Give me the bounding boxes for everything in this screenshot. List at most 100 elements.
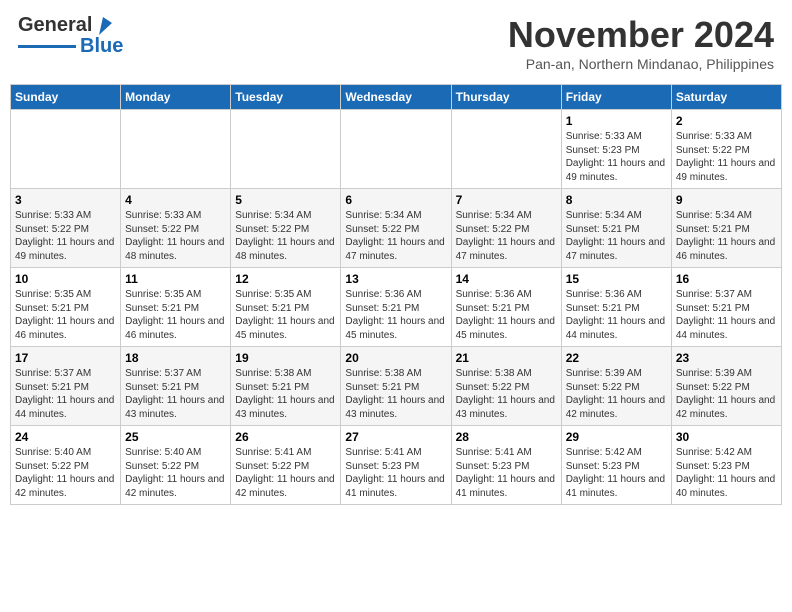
day-info: Sunrise: 5:36 AMSunset: 5:21 PMDaylight:… xyxy=(566,288,667,342)
calendar-cell: 24 Sunrise: 5:40 AMSunset: 5:22 PMDayligh… xyxy=(11,426,121,505)
day-info: Sunrise: 5:40 AMSunset: 5:22 PMDaylight:… xyxy=(15,446,116,500)
calendar-cell: 17 Sunrise: 5:37 AMSunset: 5:21 PMDayligh… xyxy=(11,347,121,426)
weekday-header-saturday: Saturday xyxy=(671,85,781,110)
calendar-cell: 26 Sunrise: 5:41 AMSunset: 5:22 PMDayligh… xyxy=(231,426,341,505)
day-info: Sunrise: 5:35 AMSunset: 5:21 PMDaylight:… xyxy=(125,288,226,342)
calendar-cell: 6Sunrise: 5:34 AMSunset: 5:22 PMDaylight… xyxy=(341,189,451,268)
day-number: 21 xyxy=(456,351,557,365)
day-number: 24 xyxy=(15,430,116,444)
day-number: 29 xyxy=(566,430,667,444)
day-number: 17 xyxy=(15,351,116,365)
day-info: Sunrise: 5:41 AMSunset: 5:23 PMDaylight:… xyxy=(345,446,446,500)
calendar-cell: 10 Sunrise: 5:35 AMSunset: 5:21 PMDayligh… xyxy=(11,268,121,347)
day-number: 20 xyxy=(345,351,446,365)
calendar-cell: 20 Sunrise: 5:38 AMSunset: 5:21 PMDayligh… xyxy=(341,347,451,426)
logo-general: General xyxy=(18,14,92,37)
calendar-cell xyxy=(121,110,231,189)
calendar-cell: 21 Sunrise: 5:38 AMSunset: 5:22 PMDayligh… xyxy=(451,347,561,426)
day-info: Sunrise: 5:34 AMSunset: 5:21 PMDaylight:… xyxy=(676,209,777,263)
calendar-cell: 25 Sunrise: 5:40 AMSunset: 5:22 PMDayligh… xyxy=(121,426,231,505)
calendar-cell: 29 Sunrise: 5:42 AMSunset: 5:23 PMDayligh… xyxy=(561,426,671,505)
day-number: 12 xyxy=(235,272,336,286)
calendar-cell: 22 Sunrise: 5:39 AMSunset: 5:22 PMDayligh… xyxy=(561,347,671,426)
day-info: Sunrise: 5:33 AMSunset: 5:22 PMDaylight:… xyxy=(125,209,226,263)
calendar-cell: 5 Sunrise: 5:34 AMSunset: 5:22 PMDaylight… xyxy=(231,189,341,268)
location: Pan-an, Northern Mindanao, Philippines xyxy=(508,56,774,72)
calendar-week-row: 17 Sunrise: 5:37 AMSunset: 5:21 PMDayligh… xyxy=(11,347,782,426)
day-info: Sunrise: 5:34 AMSunset: 5:21 PMDaylight:… xyxy=(566,209,667,263)
day-number: 16 xyxy=(676,272,777,286)
logo: General Blue xyxy=(18,14,123,58)
day-number: 11 xyxy=(125,272,226,286)
calendar-cell xyxy=(341,110,451,189)
calendar-cell: 18 Sunrise: 5:37 AMSunset: 5:21 PMDayligh… xyxy=(121,347,231,426)
calendar-week-row: 3 Sunrise: 5:33 AMSunset: 5:22 PMDaylight… xyxy=(11,189,782,268)
day-info: Sunrise: 5:37 AMSunset: 5:21 PMDaylight:… xyxy=(125,367,226,421)
day-info: Sunrise: 5:39 AMSunset: 5:22 PMDaylight:… xyxy=(566,367,667,421)
day-number: 1 xyxy=(566,114,667,128)
calendar-cell: 30 Sunrise: 5:42 AMSunset: 5:23 PMDayligh… xyxy=(671,426,781,505)
day-info: Sunrise: 5:37 AMSunset: 5:21 PMDaylight:… xyxy=(676,288,777,342)
day-number: 14 xyxy=(456,272,557,286)
day-number: 30 xyxy=(676,430,777,444)
day-number: 10 xyxy=(15,272,116,286)
day-info: Sunrise: 5:42 AMSunset: 5:23 PMDaylight:… xyxy=(566,446,667,500)
calendar-week-row: 10 Sunrise: 5:35 AMSunset: 5:21 PMDayligh… xyxy=(11,268,782,347)
calendar-cell: 15 Sunrise: 5:36 AMSunset: 5:21 PMDayligh… xyxy=(561,268,671,347)
day-info: Sunrise: 5:41 AMSunset: 5:23 PMDaylight:… xyxy=(456,446,557,500)
logo-blue: Blue xyxy=(80,35,123,58)
day-info: Sunrise: 5:36 AMSunset: 5:21 PMDaylight:… xyxy=(345,288,446,342)
day-number: 15 xyxy=(566,272,667,286)
day-info: Sunrise: 5:33 AMSunset: 5:23 PMDaylight:… xyxy=(566,130,667,184)
weekday-header-monday: Monday xyxy=(121,85,231,110)
month-title: November 2024 xyxy=(508,14,774,56)
day-info: Sunrise: 5:35 AMSunset: 5:21 PMDaylight:… xyxy=(235,288,336,342)
day-number: 25 xyxy=(125,430,226,444)
day-number: 6 xyxy=(345,193,446,207)
day-info: Sunrise: 5:38 AMSunset: 5:22 PMDaylight:… xyxy=(456,367,557,421)
day-number: 19 xyxy=(235,351,336,365)
calendar-week-row: 1 Sunrise: 5:33 AMSunset: 5:23 PMDaylight… xyxy=(11,110,782,189)
day-info: Sunrise: 5:42 AMSunset: 5:23 PMDaylight:… xyxy=(676,446,777,500)
day-info: Sunrise: 5:36 AMSunset: 5:21 PMDaylight:… xyxy=(456,288,557,342)
calendar-cell: 14 Sunrise: 5:36 AMSunset: 5:21 PMDayligh… xyxy=(451,268,561,347)
weekday-header-sunday: Sunday xyxy=(11,85,121,110)
day-number: 22 xyxy=(566,351,667,365)
weekday-header-row: SundayMondayTuesdayWednesdayThursdayFrid… xyxy=(11,85,782,110)
calendar-cell: 8 Sunrise: 5:34 AMSunset: 5:21 PMDaylight… xyxy=(561,189,671,268)
calendar-cell xyxy=(231,110,341,189)
calendar-cell xyxy=(451,110,561,189)
day-info: Sunrise: 5:33 AMSunset: 5:22 PMDaylight:… xyxy=(676,130,777,184)
calendar-cell: 11 Sunrise: 5:35 AMSunset: 5:21 PMDayligh… xyxy=(121,268,231,347)
calendar-table: SundayMondayTuesdayWednesdayThursdayFrid… xyxy=(10,84,782,505)
weekday-header-thursday: Thursday xyxy=(451,85,561,110)
day-info: Sunrise: 5:35 AMSunset: 5:21 PMDaylight:… xyxy=(15,288,116,342)
logo-triangle-icon xyxy=(94,15,112,37)
day-number: 3 xyxy=(15,193,116,207)
weekday-header-friday: Friday xyxy=(561,85,671,110)
day-info: Sunrise: 5:39 AMSunset: 5:22 PMDaylight:… xyxy=(676,367,777,421)
calendar-cell xyxy=(11,110,121,189)
logo-underline xyxy=(18,45,76,48)
day-number: 18 xyxy=(125,351,226,365)
calendar-cell: 4Sunrise: 5:33 AMSunset: 5:22 PMDaylight… xyxy=(121,189,231,268)
day-info: Sunrise: 5:40 AMSunset: 5:22 PMDaylight:… xyxy=(125,446,226,500)
weekday-header-wednesday: Wednesday xyxy=(341,85,451,110)
day-number: 2 xyxy=(676,114,777,128)
day-number: 8 xyxy=(566,193,667,207)
calendar-cell: 12 Sunrise: 5:35 AMSunset: 5:21 PMDayligh… xyxy=(231,268,341,347)
day-info: Sunrise: 5:41 AMSunset: 5:22 PMDaylight:… xyxy=(235,446,336,500)
day-number: 26 xyxy=(235,430,336,444)
day-info: Sunrise: 5:38 AMSunset: 5:21 PMDaylight:… xyxy=(235,367,336,421)
day-info: Sunrise: 5:34 AMSunset: 5:22 PMDaylight:… xyxy=(235,209,336,263)
calendar-cell: 7Sunrise: 5:34 AMSunset: 5:22 PMDaylight… xyxy=(451,189,561,268)
calendar-week-row: 24 Sunrise: 5:40 AMSunset: 5:22 PMDayligh… xyxy=(11,426,782,505)
day-number: 9 xyxy=(676,193,777,207)
day-info: Sunrise: 5:37 AMSunset: 5:21 PMDaylight:… xyxy=(15,367,116,421)
day-number: 5 xyxy=(235,193,336,207)
page-header: General Blue November 2024 Pan-an, North… xyxy=(10,10,782,76)
calendar-cell: 27Sunrise: 5:41 AMSunset: 5:23 PMDayligh… xyxy=(341,426,451,505)
day-info: Sunrise: 5:38 AMSunset: 5:21 PMDaylight:… xyxy=(345,367,446,421)
weekday-header-tuesday: Tuesday xyxy=(231,85,341,110)
calendar-cell: 2 Sunrise: 5:33 AMSunset: 5:22 PMDaylight… xyxy=(671,110,781,189)
